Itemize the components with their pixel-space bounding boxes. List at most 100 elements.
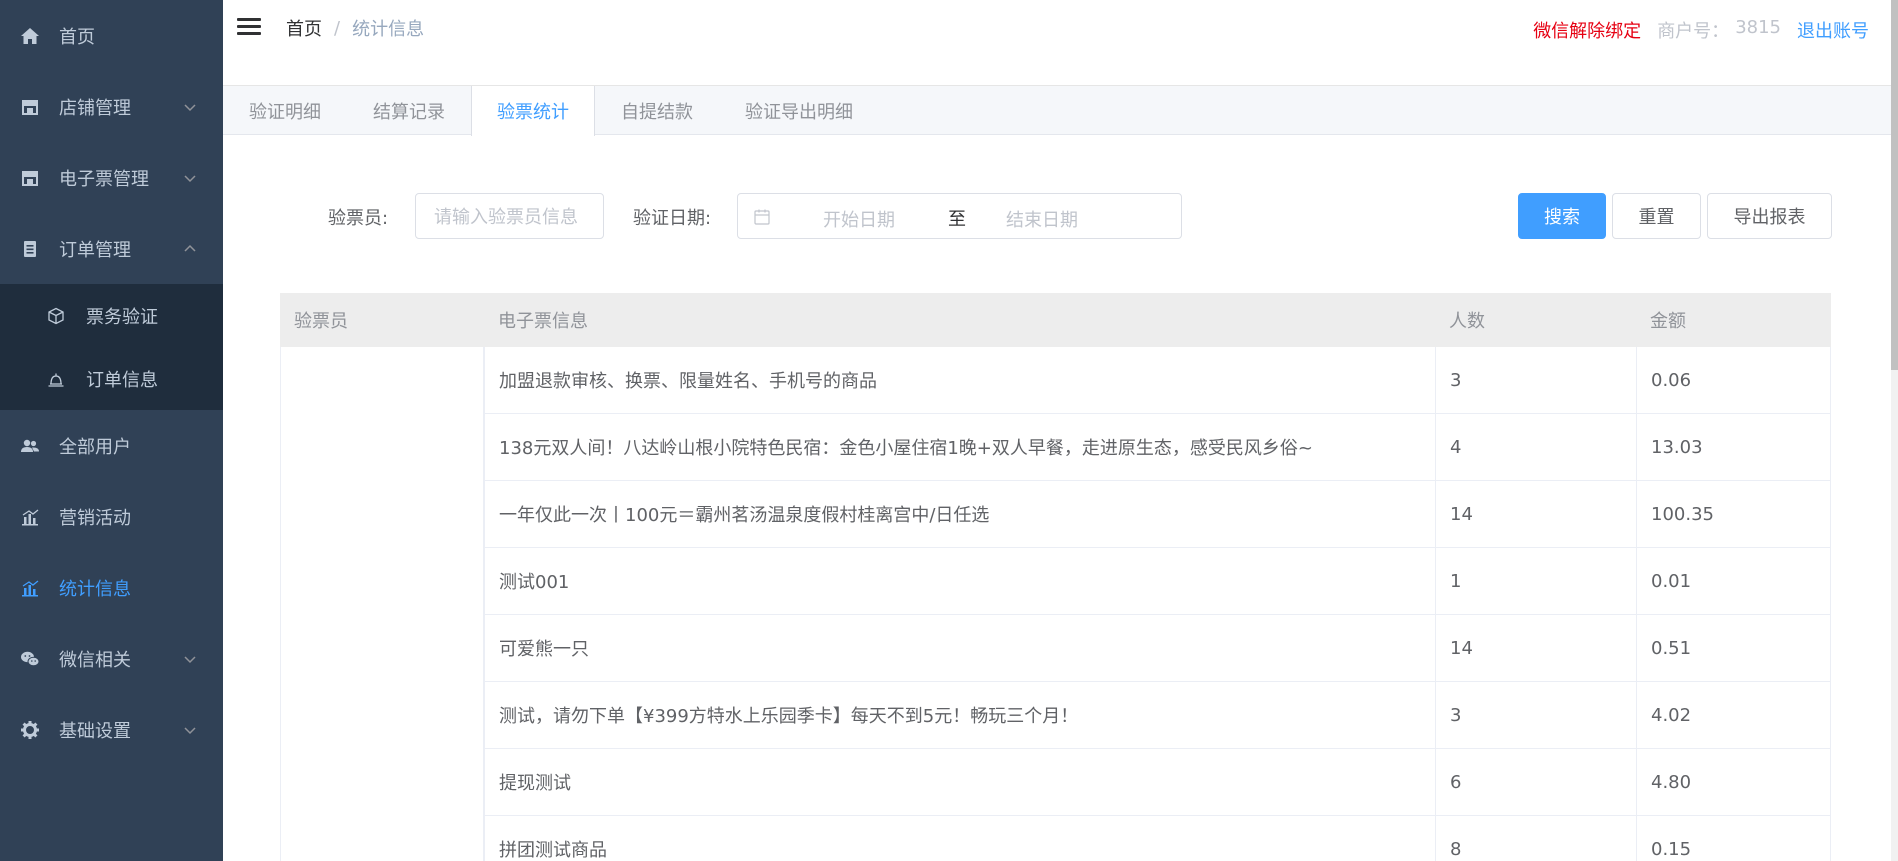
sidebar-item-label: 订单管理 <box>59 239 131 261</box>
users-icon <box>20 436 40 456</box>
table-row: 测试001 1 0.01 <box>280 548 1831 615</box>
sidebar-item-label: 电子票管理 <box>59 168 149 190</box>
amount-cell: 4.02 <box>1636 682 1831 748</box>
chart-icon <box>20 507 40 527</box>
sidebar-item-wechat[interactable]: 微信相关 <box>0 623 223 694</box>
table-row: 138元双人间！八达岭山根小院特色民宿：金色小屋住宿1晚+双人早餐，走进原生态，… <box>280 414 1831 481</box>
hamburger-menu-icon[interactable] <box>235 13 263 41</box>
sidebar-item-label: 基础设置 <box>59 720 131 742</box>
stats-table: 验票员 电子票信息 人数 金额 加盟退款审核、换票、限量姓名、手机号的商品 3 … <box>280 293 1831 861</box>
sidebar-item-store[interactable]: 店铺管理 <box>0 71 223 142</box>
logout-link[interactable]: 退出账号 <box>1797 17 1869 43</box>
verify-date-label: 验证日期: <box>633 208 712 229</box>
column-header-ticket-info: 电子票信息 <box>498 311 588 332</box>
sidebar-item-label: 首页 <box>59 26 95 48</box>
ticket-store-icon <box>20 168 40 188</box>
home-icon <box>20 26 40 46</box>
amount-cell: 13.03 <box>1636 414 1831 480</box>
ticket-info-cell: 可爱熊一只 <box>484 615 1435 681</box>
count-cell: 3 <box>1435 682 1636 748</box>
bell-icon <box>47 370 65 388</box>
sidebar-item-eticket[interactable]: 电子票管理 <box>0 142 223 213</box>
sidebar-item-label: 全部用户 <box>59 436 131 458</box>
amount-cell: 4.80 <box>1636 749 1831 815</box>
tab-bar: 验证明细 结算记录 验票统计 自提结款 验证导出明细 <box>223 86 1891 136</box>
breadcrumb-separator: / <box>334 17 341 39</box>
breadcrumb-current: 统计信息 <box>352 19 425 40</box>
ticket-info-cell: 一年仅此一次丨100元＝霸州茗汤温泉度假村桂离宫中/日任选 <box>484 481 1435 547</box>
sidebar-item-label: 店铺管理 <box>59 97 131 119</box>
sidebar-item-label: 票务验证 <box>86 306 158 328</box>
sidebar-item-stats[interactable]: 统计信息 <box>0 552 223 623</box>
search-form: 验票员: 请输入验票员信息 验证日期: 开始日期 至 结束日期 搜索 重置 导出… <box>223 192 1891 240</box>
chevron-down-icon <box>183 652 197 666</box>
count-cell: 14 <box>1435 481 1636 547</box>
orders-submenu: 票务验证 订单信息 <box>0 284 223 410</box>
sidebar-item-label: 订单信息 <box>86 369 158 391</box>
chevron-up-icon <box>183 242 197 256</box>
amount-cell: 0.01 <box>1636 548 1831 614</box>
sidebar-item-settings[interactable]: 基础设置 <box>0 694 223 765</box>
sidebar-item-label: 统计信息 <box>59 578 131 600</box>
table-row: 拼团测试商品 8 0.15 <box>280 816 1831 861</box>
gear-icon <box>20 720 40 740</box>
table-row: 测试，请勿下单【¥399方特水上乐园季卡】每天不到5元！畅玩三个月！ 3 4.0… <box>280 682 1831 749</box>
sidebar-item-users[interactable]: 全部用户 <box>0 410 223 481</box>
tab-settlement-records[interactable]: 结算记录 <box>347 86 471 135</box>
header-actions: 微信解除绑定 商户号： 3815 退出账号 <box>1533 17 1869 43</box>
ticket-info-cell: 测试001 <box>484 548 1435 614</box>
sidebar: 首页 店铺管理 电子票管理 订单管理 票务验证 订单信息 全部用户 营销活动 统… <box>0 0 223 861</box>
reset-button[interactable]: 重置 <box>1612 193 1701 239</box>
table-right-border <box>1830 347 1831 861</box>
tab-ticket-stats[interactable]: 验票统计 <box>471 86 595 136</box>
amount-cell: 100.35 <box>1636 481 1831 547</box>
count-cell: 3 <box>1435 347 1636 413</box>
tab-export-detail[interactable]: 验证导出明细 <box>719 86 879 135</box>
inspector-input[interactable]: 请输入验票员信息 <box>415 193 604 239</box>
breadcrumb-home-link[interactable]: 首页 <box>286 15 322 41</box>
amount-cell: 0.06 <box>1636 347 1831 413</box>
chevron-down-icon <box>183 723 197 737</box>
column-header-amount: 金额 <box>1650 311 1686 332</box>
table-row: 可爱熊一只 14 0.51 <box>280 615 1831 682</box>
ticket-info-cell: 138元双人间！八达岭山根小院特色民宿：金色小屋住宿1晚+双人早餐，走进原生态，… <box>484 414 1435 480</box>
unbind-wechat-link[interactable]: 微信解除绑定 <box>1533 17 1641 43</box>
merchant-id: 3815 <box>1735 17 1781 38</box>
breadcrumb: 首页 / 统计信息 <box>286 15 424 41</box>
count-cell: 8 <box>1435 816 1636 861</box>
column-header-inspector: 验票员 <box>294 311 348 332</box>
amount-cell: 0.15 <box>1636 816 1831 861</box>
calendar-icon <box>753 208 771 226</box>
tab-pickup-settlement[interactable]: 自提结款 <box>595 86 719 135</box>
ticket-info-cell: 加盟退款审核、换票、限量姓名、手机号的商品 <box>484 347 1435 413</box>
count-cell: 6 <box>1435 749 1636 815</box>
column-header-count: 人数 <box>1449 311 1485 332</box>
count-cell: 1 <box>1435 548 1636 614</box>
tab-verify-detail[interactable]: 验证明细 <box>223 86 347 135</box>
sidebar-item-label: 营销活动 <box>59 507 131 529</box>
date-range-picker[interactable]: 开始日期 至 结束日期 <box>737 193 1182 239</box>
ticket-info-cell: 拼团测试商品 <box>484 816 1435 861</box>
box-icon <box>47 307 65 325</box>
scrollbar-thumb[interactable] <box>1891 0 1898 370</box>
page-scrollbar[interactable] <box>1891 0 1898 861</box>
start-date-input[interactable]: 开始日期 <box>823 206 895 232</box>
chevron-down-icon <box>183 100 197 114</box>
table-row: 提现测试 6 4.80 <box>280 749 1831 816</box>
end-date-input[interactable]: 结束日期 <box>1006 206 1078 232</box>
wechat-icon <box>20 649 40 669</box>
sidebar-item-orders[interactable]: 订单管理 <box>0 213 223 284</box>
sidebar-item-marketing[interactable]: 营销活动 <box>0 481 223 552</box>
sidebar-item-label: 微信相关 <box>59 649 131 671</box>
store-icon <box>20 97 40 117</box>
inspector-merged-cell <box>280 347 484 861</box>
search-button[interactable]: 搜索 <box>1518 193 1606 239</box>
table-body: 加盟退款审核、换票、限量姓名、手机号的商品 3 0.06 138元双人间！八达岭… <box>280 347 1831 861</box>
sidebar-item-ticket-verify[interactable]: 票务验证 <box>0 284 223 347</box>
sidebar-item-order-info[interactable]: 订单信息 <box>0 347 223 410</box>
export-report-button[interactable]: 导出报表 <box>1707 193 1832 239</box>
stats-icon <box>20 578 40 598</box>
document-icon <box>20 239 40 259</box>
sidebar-item-home[interactable]: 首页 <box>0 0 223 71</box>
date-range-separator: 至 <box>948 209 966 230</box>
